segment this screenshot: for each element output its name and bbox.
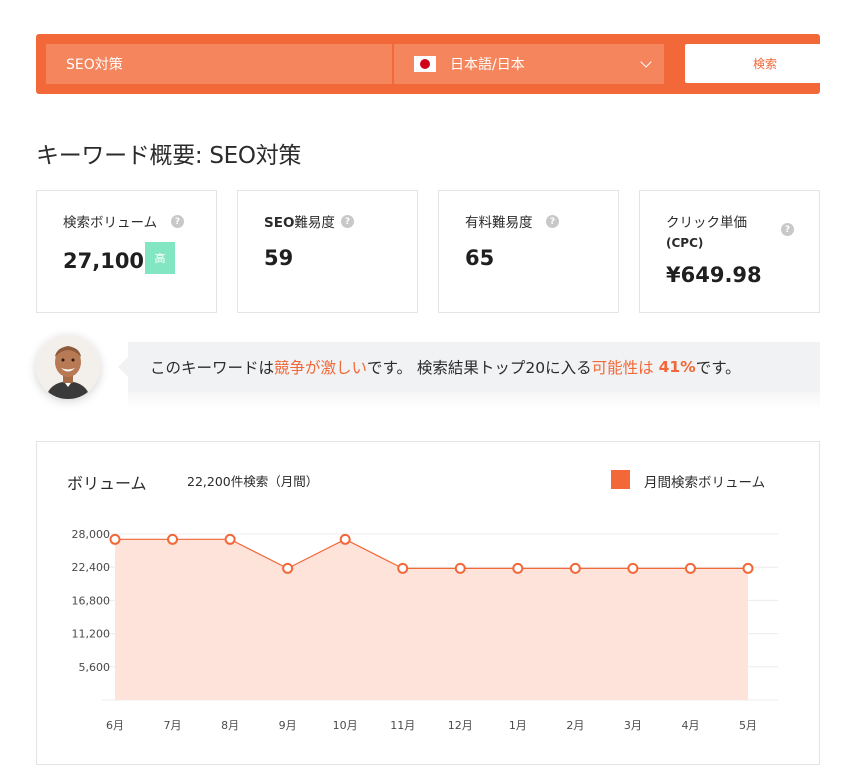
x-tick-label: 2月 [566,719,584,732]
x-tick-label: 9月 [279,719,297,732]
keyword-input[interactable] [46,44,392,84]
callout-text-2: です。 検索結果トップ20に入る [367,359,592,377]
avatar-portrait [36,335,100,399]
data-point [224,533,236,545]
y-tick-label: 16,800 [72,594,111,607]
callout-text-1: このキーワードは [150,359,275,377]
data-point [742,562,754,574]
data-point [109,533,121,545]
y-tick-label: 28,000 [72,528,111,541]
seo-label-rest: 難易度 [294,215,335,231]
search-volume-label: 検索ボリューム [63,215,158,231]
paid-difficulty-card: 有料難易度 ? 65 [438,190,619,313]
help-icon[interactable]: ? [341,215,354,228]
search-bar: 日本語/日本 検索 [36,34,845,94]
seo-difficulty-label: SEO難易度 [264,213,335,233]
data-point [167,533,179,545]
callout-percent: 41% [658,358,696,376]
y-tick-label: 11,200 [72,628,111,641]
callout-text-3: です。 [695,359,741,377]
x-tick-label: 8月 [221,719,239,732]
paid-difficulty-label: 有料難易度 [465,215,533,231]
data-point [454,562,466,574]
data-point [684,562,696,574]
volume-chart-panel: ボリューム 22,200件検索（月間） 月間検索ボリューム 5,600 11,20… [36,441,820,765]
data-point [397,562,409,574]
area-fill [115,539,748,700]
seo-difficulty-value: 59 [264,246,294,270]
search-button[interactable]: 検索 [685,44,845,83]
x-tick-label: 10月 [333,719,358,732]
x-tick-label: 11月 [390,719,415,732]
chevron-down-icon [640,56,652,68]
cpc-label: クリック単価 (CPC) [666,213,747,253]
data-point [339,533,351,545]
cpc-label-sub: (CPC) [666,236,704,250]
data-point [627,562,639,574]
volume-chart: 5,600 11,200 16,800 22,400 28,000 6月 7月 8月 9月 10月… [72,528,778,732]
page-title: キーワード概要: SEO対策 [36,143,302,169]
x-tick-label: 6月 [106,719,124,732]
seo-difficulty-card: SEO難易度 ? 59 [237,190,418,313]
cpc-card: クリック単価 (CPC) ? ¥649.98 [639,190,820,313]
volume-level-badge: 高 [145,242,175,274]
callout-shadow [128,392,820,410]
data-point [282,562,294,574]
x-tick-label: 5月 [739,719,757,732]
x-tick-label: 3月 [624,719,642,732]
help-icon[interactable]: ? [781,223,794,236]
data-point [512,562,524,574]
x-tick-label: 7月 [164,719,182,732]
x-tick-label: 12月 [448,719,473,732]
help-icon[interactable]: ? [171,215,184,228]
competition-callout: このキーワードは 競争が激しい です。 検索結果トップ20に入る 可能性は 41% です… [118,342,820,392]
callout-highlight-chance: 可能性は [591,359,659,377]
paid-difficulty-value: 65 [465,246,495,270]
japan-flag-icon [414,56,436,72]
cpc-value: ¥649.98 [666,263,762,287]
cpc-label-main: クリック単価 [666,215,747,231]
language-label: 日本語/日本 [450,57,525,73]
x-tick-label: 4月 [681,719,699,732]
y-tick-label: 5,600 [79,661,111,674]
seo-label-bold: SEO [264,215,295,231]
help-icon[interactable]: ? [546,215,559,228]
callout-highlight-competition: 競争が激しい [274,359,368,377]
language-select[interactable]: 日本語/日本 [394,44,664,84]
data-point [569,562,581,574]
y-tick-label: 22,400 [72,561,111,574]
avatar [36,335,100,399]
search-volume-value: 27,100 [63,249,145,273]
x-tick-label: 1月 [509,719,527,732]
search-volume-card: 検索ボリューム ? 27,100 高 [36,190,217,313]
